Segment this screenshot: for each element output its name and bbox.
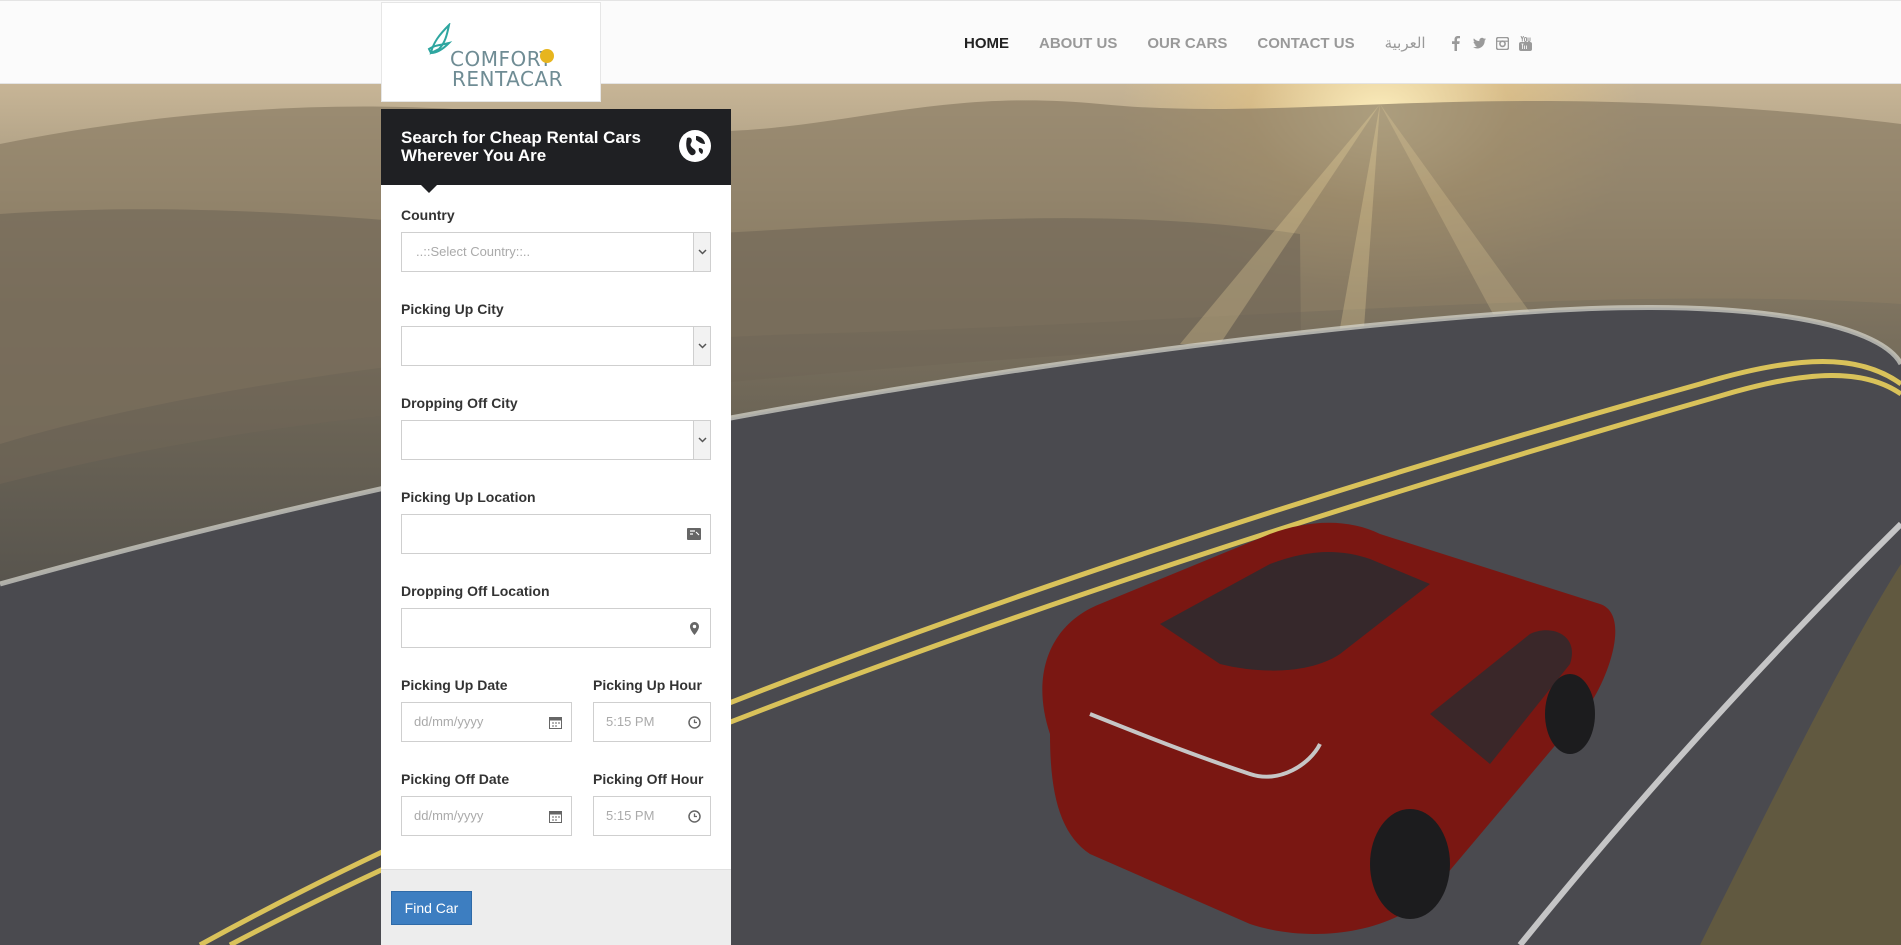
youtube-icon[interactable]	[1518, 35, 1532, 51]
search-panel: Search for Cheap Rental Cars Wherever Yo…	[381, 109, 731, 945]
dropoff-city-field: Dropping Off City	[401, 395, 711, 460]
instagram-icon[interactable]	[1495, 36, 1509, 51]
country-select-value: ..::Select Country::..	[416, 244, 531, 259]
panel-caret	[421, 185, 437, 193]
pickup-city-label: Picking Up City	[401, 301, 504, 317]
pickoff-date-label: Picking Off Date	[401, 771, 510, 787]
globe-icon	[679, 130, 711, 162]
road-scene-image	[0, 100, 1901, 945]
dropoff-location-label: Dropping Off Location	[401, 583, 550, 599]
nav-contact-us[interactable]: CONTACT US	[1257, 35, 1354, 52]
pickup-city-field: Picking Up City	[401, 301, 711, 366]
logo-sun-icon	[540, 49, 554, 63]
calendar-icon[interactable]	[548, 809, 562, 823]
country-label: Country	[401, 207, 455, 223]
chevron-down-icon[interactable]	[693, 327, 710, 365]
search-panel-header: Search for Cheap Rental Cars Wherever Yo…	[381, 109, 731, 193]
social-links	[1450, 35, 1532, 51]
find-car-button[interactable]: Find Car	[391, 891, 472, 925]
pickup-city-select[interactable]	[401, 326, 711, 366]
pickup-datetime-row: Picking Up Date dd/mm/yyyy Picking Up Ho…	[401, 677, 711, 742]
dropoff-location-input[interactable]	[401, 608, 711, 648]
search-panel-footer: Find Car	[381, 869, 731, 945]
pickup-hour-value: 5:15 PM	[606, 714, 655, 729]
search-form: Country ..::Select Country::.. Picking U…	[381, 185, 731, 836]
hero-banner	[0, 84, 1901, 945]
clock-icon[interactable]	[687, 715, 701, 729]
pickup-hour-input[interactable]: 5:15 PM	[593, 702, 711, 742]
main-nav: HOME ABOUT US OUR CARS CONTACT US العربي…	[964, 34, 1532, 52]
pickoff-datetime-row: Picking Off Date dd/mm/yyyy Picking Off …	[401, 771, 711, 836]
chevron-down-icon[interactable]	[693, 421, 710, 459]
logo-text-rentacar: RENTACAR	[452, 67, 564, 91]
dropoff-city-select[interactable]	[401, 420, 711, 460]
map-marker-icon	[687, 621, 701, 635]
facebook-icon[interactable]	[1450, 35, 1463, 51]
pickup-location-input[interactable]	[401, 514, 711, 554]
twitter-icon[interactable]	[1472, 36, 1486, 51]
pickup-date-input[interactable]: dd/mm/yyyy	[401, 702, 572, 742]
pickup-location-field: Picking Up Location	[401, 489, 711, 554]
pickoff-hour-value: 5:15 PM	[606, 808, 655, 823]
search-panel-title: Search for Cheap Rental Cars Wherever Yo…	[401, 128, 641, 165]
nav-home[interactable]: HOME	[964, 35, 1009, 52]
pickup-hour-label: Picking Up Hour	[593, 677, 702, 693]
dropoff-location-field: Dropping Off Location	[401, 583, 711, 648]
dropoff-city-label: Dropping Off City	[401, 395, 518, 411]
language-switch[interactable]: العربية	[1385, 34, 1426, 52]
country-select[interactable]: ..::Select Country::..	[401, 232, 711, 272]
pickoff-hour-field: Picking Off Hour 5:15 PM	[593, 771, 711, 836]
site-header: HOME ABOUT US OUR CARS CONTACT US العربي…	[0, 0, 1901, 84]
pickup-location-label: Picking Up Location	[401, 489, 536, 505]
calendar-icon[interactable]	[548, 715, 562, 729]
nav-about-us[interactable]: ABOUT US	[1039, 35, 1117, 52]
pickoff-date-input[interactable]: dd/mm/yyyy	[401, 796, 572, 836]
pickoff-hour-input[interactable]: 5:15 PM	[593, 796, 711, 836]
pickup-hour-field: Picking Up Hour 5:15 PM	[593, 677, 711, 742]
nav-our-cars[interactable]: OUR CARS	[1147, 35, 1227, 52]
pickup-date-label: Picking Up Date	[401, 677, 508, 693]
pickoff-date-field: Picking Off Date dd/mm/yyyy	[401, 771, 572, 836]
logo[interactable]: COMFORT RENTACAR	[381, 2, 601, 102]
pickup-date-field: Picking Up Date dd/mm/yyyy	[401, 677, 572, 742]
country-field: Country ..::Select Country::..	[401, 207, 711, 272]
pickup-date-placeholder: dd/mm/yyyy	[414, 714, 484, 729]
pickoff-date-placeholder: dd/mm/yyyy	[414, 808, 484, 823]
chevron-down-icon[interactable]	[693, 233, 710, 271]
map-icon	[687, 527, 701, 541]
pickoff-hour-label: Picking Off Hour	[593, 771, 704, 787]
clock-icon[interactable]	[687, 809, 701, 823]
